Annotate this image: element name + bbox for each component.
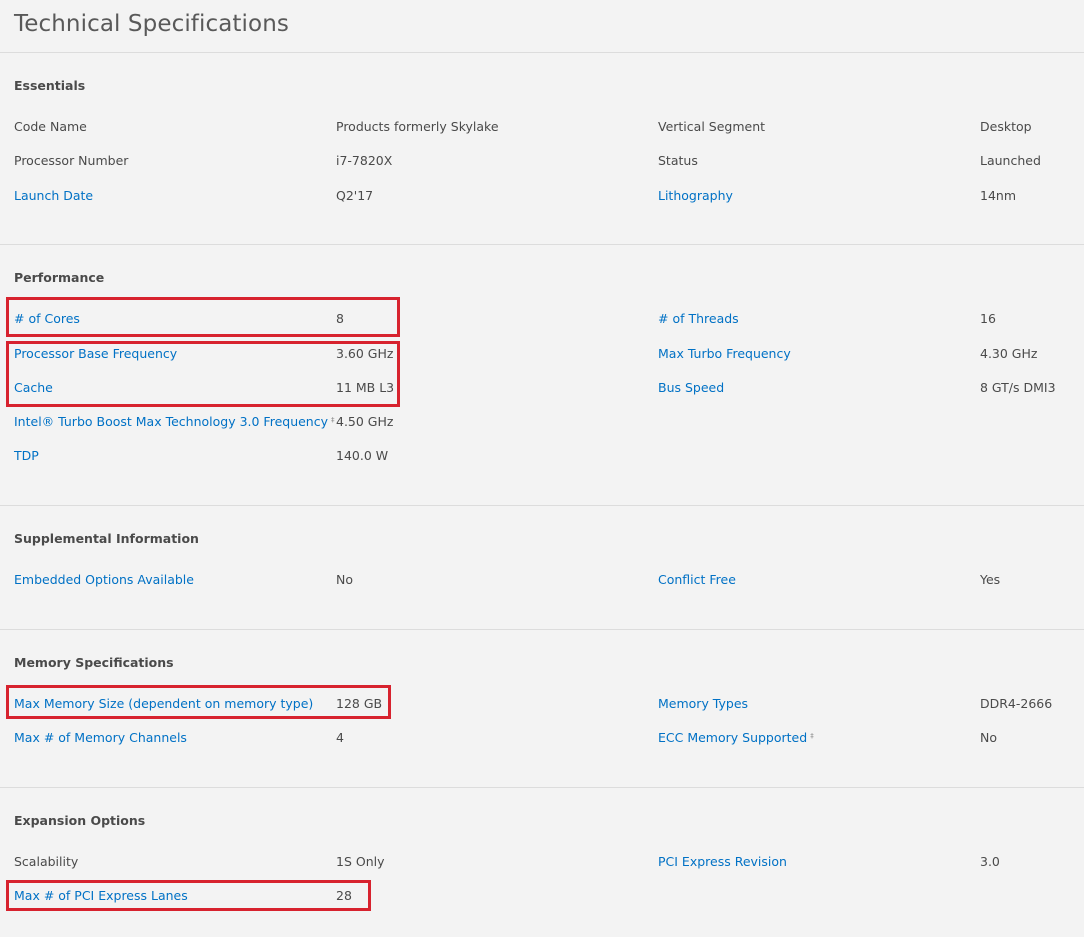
spec-label-memory-channels-link[interactable]: Max # of Memory Channels [14,730,187,746]
spec-value-lithography: 14nm [980,188,1017,203]
divider [0,505,1084,506]
spec-value-embedded-options: No [336,572,353,587]
divider [0,787,1084,788]
spec-label-code-name: Code Name [14,119,87,134]
page-title: Technical Specifications [14,11,289,37]
spec-value-conflict-free: Yes [980,572,1001,587]
spec-value-memory-channels: 4 [336,730,344,745]
spec-label-processor-number: Processor Number [14,153,129,168]
highlight-box-max-memory [6,685,391,719]
spec-label-bus-speed-link[interactable]: Bus Speed [658,380,724,396]
footnote-icon[interactable]: ‡ [331,416,335,424]
spec-value-launch-date: Q2'17 [336,188,374,203]
spec-value-vertical-segment: Desktop [980,119,1032,134]
spec-label-memory-types-link[interactable]: Memory Types [658,696,748,712]
spec-value-bus-speed: 8 GT/s DMI3 [980,380,1056,395]
footnote-icon[interactable]: ‡ [810,732,814,740]
spec-value-memory-types: DDR4-2666 [980,696,1053,711]
section-heading-essentials: Essentials [14,78,86,93]
spec-value-ecc-memory: No [980,730,997,745]
spec-label-conflict-free-link[interactable]: Conflict Free [658,572,736,588]
spec-label-tdp-link[interactable]: TDP [14,448,39,464]
spec-value-turbo-boost-max: 4.50 GHz [336,414,394,429]
section-heading-expansion: Expansion Options [14,813,146,828]
spec-label-lithography-link[interactable]: Lithography [658,188,733,204]
spec-label-max-turbo-link[interactable]: Max Turbo Frequency [658,346,791,362]
spec-value-tdp: 140.0 W [336,448,389,463]
spec-value-status: Launched [980,153,1041,168]
spec-label-turbo-boost-max-link[interactable]: Intel® Turbo Boost Max Technology 3.0 Fr… [14,414,335,430]
spec-value-max-turbo: 4.30 GHz [980,346,1038,361]
spec-label-launch-date-link[interactable]: Launch Date [14,188,93,204]
highlight-box-pci-lanes [6,880,371,911]
spec-value-code-name: Products formerly Skylake [336,119,499,134]
highlight-box-cores [6,297,400,337]
spec-label-pci-revision-link[interactable]: PCI Express Revision [658,854,787,870]
divider [0,629,1084,630]
section-heading-supplemental: Supplemental Information [14,531,199,546]
spec-label-scalability: Scalability [14,854,79,869]
divider [0,52,1084,53]
spec-value-threads: 16 [980,311,996,326]
spec-value-pci-revision: 3.0 [980,854,1000,869]
spec-label-status: Status [658,153,698,168]
section-heading-memory: Memory Specifications [14,655,174,670]
spec-value-processor-number: i7-7820X [336,153,393,168]
spec-label-embedded-options-link[interactable]: Embedded Options Available [14,572,194,588]
spec-label-vertical-segment: Vertical Segment [658,119,766,134]
spec-label-text: Intel® Turbo Boost Max Technology 3.0 Fr… [14,414,328,429]
spec-label-text: ECC Memory Supported [658,730,808,745]
divider [0,244,1084,245]
spec-label-ecc-memory-link[interactable]: ECC Memory Supported ‡ [658,730,814,746]
spec-value-scalability: 1S Only [336,854,385,869]
highlight-box-frequency-cache [6,341,400,407]
spec-label-threads-link[interactable]: # of Threads [658,311,739,327]
section-heading-performance: Performance [14,270,105,285]
